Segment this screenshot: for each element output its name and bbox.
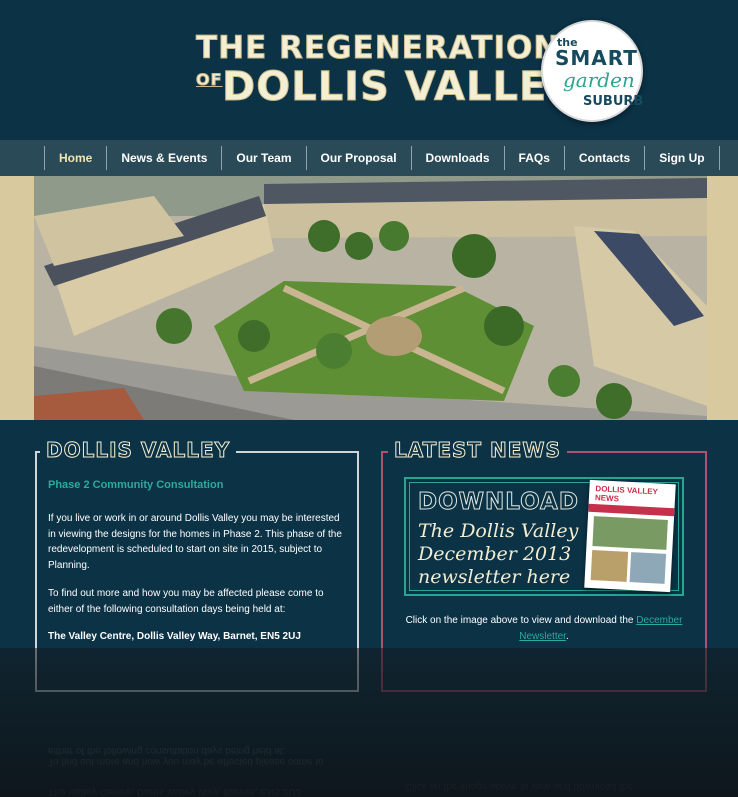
nav-item-downloads[interactable]: Downloads [412,146,505,170]
site-header: THE REGENERATION OF DOLLIS VALLEY the SM… [0,0,738,140]
venue-address: The Valley Centre, Dollis Valley Way, Ba… [48,631,301,642]
intro-paragraph: If you live or work in or around Dollis … [48,513,342,571]
newsletter-cover-thumbnail[interactable]: DOLLIS VALLEY NEWS [584,479,676,593]
badge-garden: garden [563,68,635,92]
nav-item-sign-up[interactable]: Sign Up [645,146,720,170]
nav-item-our-proposal[interactable]: Our Proposal [307,146,412,170]
caption-prefix: Click on the image above to view and dow… [405,615,637,626]
panel-border [381,451,388,453]
newsletter-photo [592,516,668,550]
nav-list: Home News & Events Our Team Our Proposal… [44,146,720,170]
nav-item-news-events[interactable]: News & Events [107,146,223,170]
newsletter-caption: Click on the image above to view and dow… [398,613,690,645]
page-reflection: The Valley Centre, Dollis Valley Way, Ba… [0,648,738,797]
newsletter-download-banner[interactable]: DOWNLOAD The Dollis Valley December 2013… [404,477,684,596]
nav-item-contacts[interactable]: Contacts [565,146,646,170]
main-nav: Home News & Events Our Team Our Proposal… [0,140,738,176]
nav-item-home[interactable]: Home [45,146,108,170]
panel-border [546,451,707,453]
page: THE REGENERATION OF DOLLIS VALLEY the SM… [0,0,738,797]
newsletter-masthead: DOLLIS VALLEY NEWS [594,484,658,504]
download-line-2: December 2013 [418,543,572,565]
site-title-line2[interactable]: DOLLIS VALLEY [221,64,577,111]
badge-smart: SMART [555,46,638,70]
smart-garden-suburb-badge: the SMART garden SUBURB [541,20,643,122]
download-word: DOWNLOAD [418,489,579,516]
site-title-of: OF [196,70,223,90]
reflection-fade [0,648,738,797]
hero-image [34,176,707,420]
find-out-more-paragraph: To find out more and how you may be affe… [48,588,324,615]
download-line-1: The Dollis Valley [418,520,579,542]
newsletter-photo [629,552,667,584]
nav-item-our-team[interactable]: Our Team [222,146,307,170]
site-title-line1[interactable]: THE REGENERATION [195,30,560,67]
download-line-3: newsletter here [418,566,571,588]
badge-suburb: SUBURB [583,94,644,109]
caption-suffix: . [565,631,569,642]
aerial-development-illustration [34,176,707,420]
consultation-heading: Phase 2 Community Consultation [48,479,224,491]
dollis-valley-heading: DOLLIS VALLEY [40,438,237,463]
nav-item-faqs[interactable]: FAQs [505,146,565,170]
newsletter-photo [590,550,629,582]
latest-news-heading: LATEST NEWS [388,438,567,463]
